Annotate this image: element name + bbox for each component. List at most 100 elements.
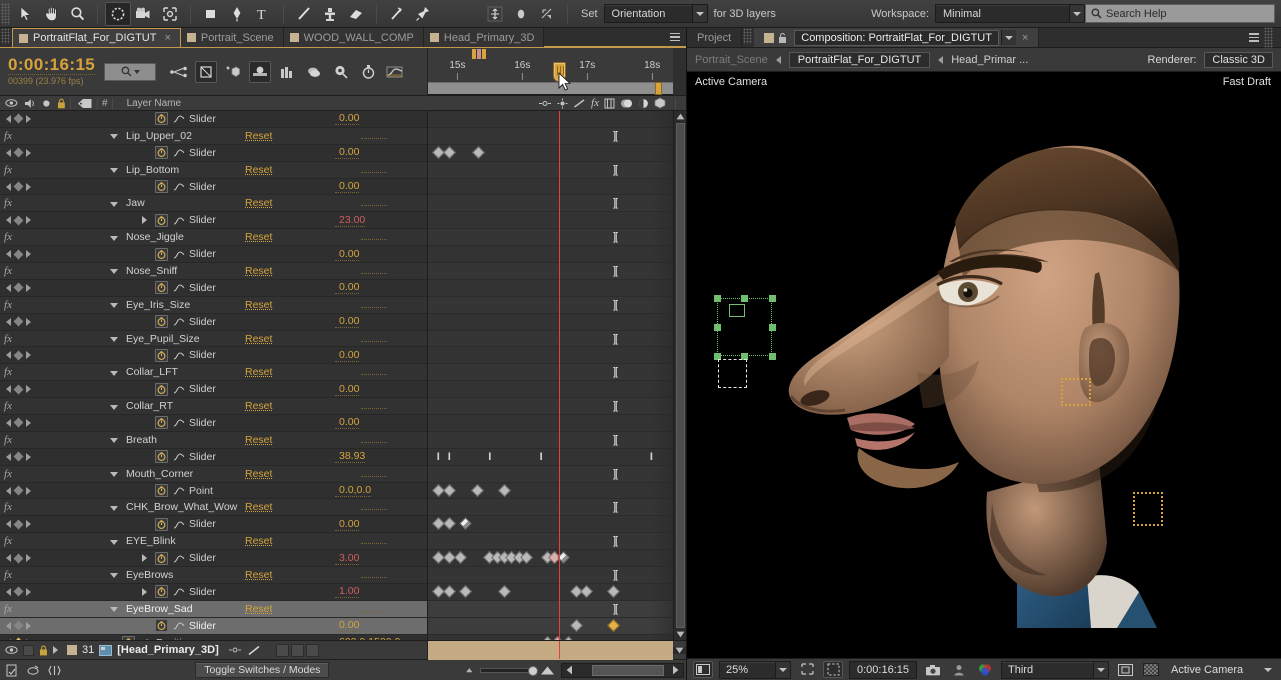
workspace-dropdown[interactable]: Minimal <box>935 4 1085 23</box>
property-value[interactable]: 0.00 <box>335 349 360 362</box>
keyframe-navigator[interactable] <box>0 316 66 327</box>
layer-duration-bar[interactable] <box>428 641 673 660</box>
toggle-switches-modes-button[interactable]: Toggle Switches / Modes <box>195 662 330 678</box>
graph-editor-curve-icon[interactable] <box>172 316 185 327</box>
next-keyframe-icon[interactable] <box>26 114 31 123</box>
zoom-out-icon[interactable] <box>463 666 476 675</box>
stopwatch-icon[interactable] <box>155 619 168 633</box>
stopwatch-icon[interactable] <box>155 247 168 261</box>
layer-row-eye-iris-size[interactable]: fx Eye_Iris_Size Reset <box>0 296 427 314</box>
keyframe-navigator[interactable] <box>0 418 66 428</box>
keyframe-row[interactable] <box>428 516 673 534</box>
keyframe-row[interactable] <box>428 347 673 365</box>
tab-composition[interactable]: Composition: PortraitFlat_For_DIGTUT × <box>754 28 1040 47</box>
roto-brush-tool-icon[interactable] <box>384 2 410 26</box>
layer-row-slider[interactable]: Slider 0.00 <box>0 246 427 264</box>
effect-name-cell[interactable]: Lip_Upper_02 <box>66 128 241 144</box>
comp-tab-chevron-icon[interactable] <box>1000 30 1016 45</box>
keyframe-toggle-icon[interactable] <box>13 316 24 327</box>
keyframe-row[interactable] <box>428 246 673 264</box>
next-keyframe-icon[interactable] <box>26 520 31 529</box>
work-area-end-handle[interactable] <box>482 49 486 59</box>
property-value-cell[interactable]: 23.00 <box>331 214 427 227</box>
property-value-cell[interactable]: 0.00 <box>331 383 427 396</box>
keyframe-toggle-icon[interactable] <box>13 147 24 158</box>
expand-triangle-icon[interactable] <box>110 201 118 207</box>
prev-keyframe-icon[interactable] <box>6 385 11 394</box>
layers-stack-icon[interactable] <box>303 61 325 83</box>
reset-link[interactable]: Reset <box>241 265 337 277</box>
prev-keyframe-icon[interactable] <box>6 452 11 461</box>
search-help-input[interactable]: Search Help <box>1085 4 1275 23</box>
expand-triangle-icon[interactable] <box>110 573 118 579</box>
fx-icon[interactable]: fx <box>0 265 16 277</box>
property-name-cell[interactable]: Slider <box>66 246 331 262</box>
keyframe-row[interactable]: ][ <box>428 364 673 382</box>
keyframe-marker[interactable] <box>453 551 467 565</box>
timeline-tabbar-grip[interactable] <box>1 28 10 44</box>
property-name-cell[interactable]: Slider <box>66 179 331 195</box>
layer-row-slider[interactable]: Slider 0.00 <box>0 111 427 128</box>
property-value-cell[interactable]: 1.00 <box>331 585 427 599</box>
comp-flowchart-button[interactable] <box>5 663 20 678</box>
property-name-cell[interactable]: Slider <box>66 314 331 330</box>
keyframe-toggle-icon[interactable] <box>13 620 24 631</box>
expand-triangle-icon[interactable] <box>110 303 118 309</box>
prev-keyframe-icon[interactable] <box>6 114 11 123</box>
scroll-down-arrow-bottom-icon[interactable] <box>673 646 686 654</box>
fx-icon[interactable]: fx <box>0 468 16 480</box>
stopwatch-icon[interactable] <box>155 382 168 396</box>
keyframe-toggle-icon[interactable] <box>13 113 24 124</box>
prev-keyframe-icon[interactable] <box>6 283 11 292</box>
graph-editor-curve-icon[interactable] <box>172 417 185 428</box>
layer-endpoint-marker[interactable]: ][ <box>613 603 618 615</box>
motion-blur-icon[interactable] <box>249 60 272 83</box>
graph-editor-curve-icon[interactable] <box>172 113 185 124</box>
keyframe-toggle-icon[interactable] <box>13 282 24 293</box>
layer-switch-2[interactable] <box>290 643 304 657</box>
stopwatch-icon[interactable] <box>155 450 168 464</box>
layer-endpoint-marker[interactable]: ][ <box>613 130 618 142</box>
property-name-cell[interactable]: Slider <box>66 212 331 228</box>
comp-panel-grip[interactable] <box>1264 26 1273 49</box>
hide-shy-layers-button[interactable] <box>26 663 41 678</box>
layer-endpoint-marker[interactable]: ][ <box>613 569 618 581</box>
property-value[interactable]: 38.93 <box>335 451 366 464</box>
effect-name-cell[interactable]: Eye_Pupil_Size <box>66 331 241 347</box>
label-tag-icon[interactable] <box>77 98 93 109</box>
selection-handle-7[interactable] <box>768 352 776 360</box>
property-value-cell[interactable]: 0.00 <box>331 416 427 430</box>
keyframe-row[interactable] <box>428 381 673 399</box>
reset-link[interactable]: Reset <box>241 299 337 311</box>
keyframe-navigator[interactable] <box>0 553 66 564</box>
keyframe-marker[interactable] <box>442 483 456 497</box>
expand-triangle-icon[interactable] <box>110 337 118 343</box>
prev-keyframe-icon[interactable] <box>6 182 11 191</box>
scrollbar-thumb[interactable] <box>675 123 685 628</box>
layer-row-slider[interactable]: Slider 0.00 <box>0 347 427 365</box>
zoom-slider-knob[interactable] <box>527 665 538 676</box>
graph-editor-curve-icon[interactable] <box>172 451 185 462</box>
stopwatch-timer-icon[interactable] <box>357 61 379 83</box>
keyframe-row[interactable] <box>428 483 673 500</box>
property-value-cell[interactable]: 0.00 <box>331 518 427 531</box>
keyframe-navigator[interactable] <box>0 113 66 124</box>
reset-link[interactable]: Reset <box>241 333 337 345</box>
layer-row-mouth-corner[interactable]: fx Mouth_Corner Reset <box>0 465 427 483</box>
world-axis-mode-icon[interactable] <box>508 2 534 26</box>
hold-keyframe-marker[interactable]: I <box>445 451 454 462</box>
keyframe-row[interactable]: ][ <box>428 567 673 584</box>
prev-keyframe-icon[interactable] <box>6 520 11 529</box>
layer-switch-1[interactable] <box>275 643 289 657</box>
keyframe-toggle-icon[interactable] <box>13 553 24 564</box>
graph-editor-curve-icon[interactable] <box>172 620 185 631</box>
next-keyframe-icon[interactable] <box>26 385 31 394</box>
comp-tab-close-icon[interactable]: × <box>1022 32 1028 44</box>
show-snapshot-icon[interactable] <box>949 661 969 678</box>
close-icon[interactable]: × <box>164 32 170 44</box>
property-value[interactable]: 0.00 <box>335 417 360 430</box>
keyframe-row[interactable]: ][ <box>428 465 673 483</box>
graph-editor-icon[interactable] <box>384 61 406 83</box>
breadcrumb-head-primary[interactable]: Head_Primar ... <box>951 54 1028 66</box>
transparency-checker-icon[interactable] <box>1141 661 1161 678</box>
